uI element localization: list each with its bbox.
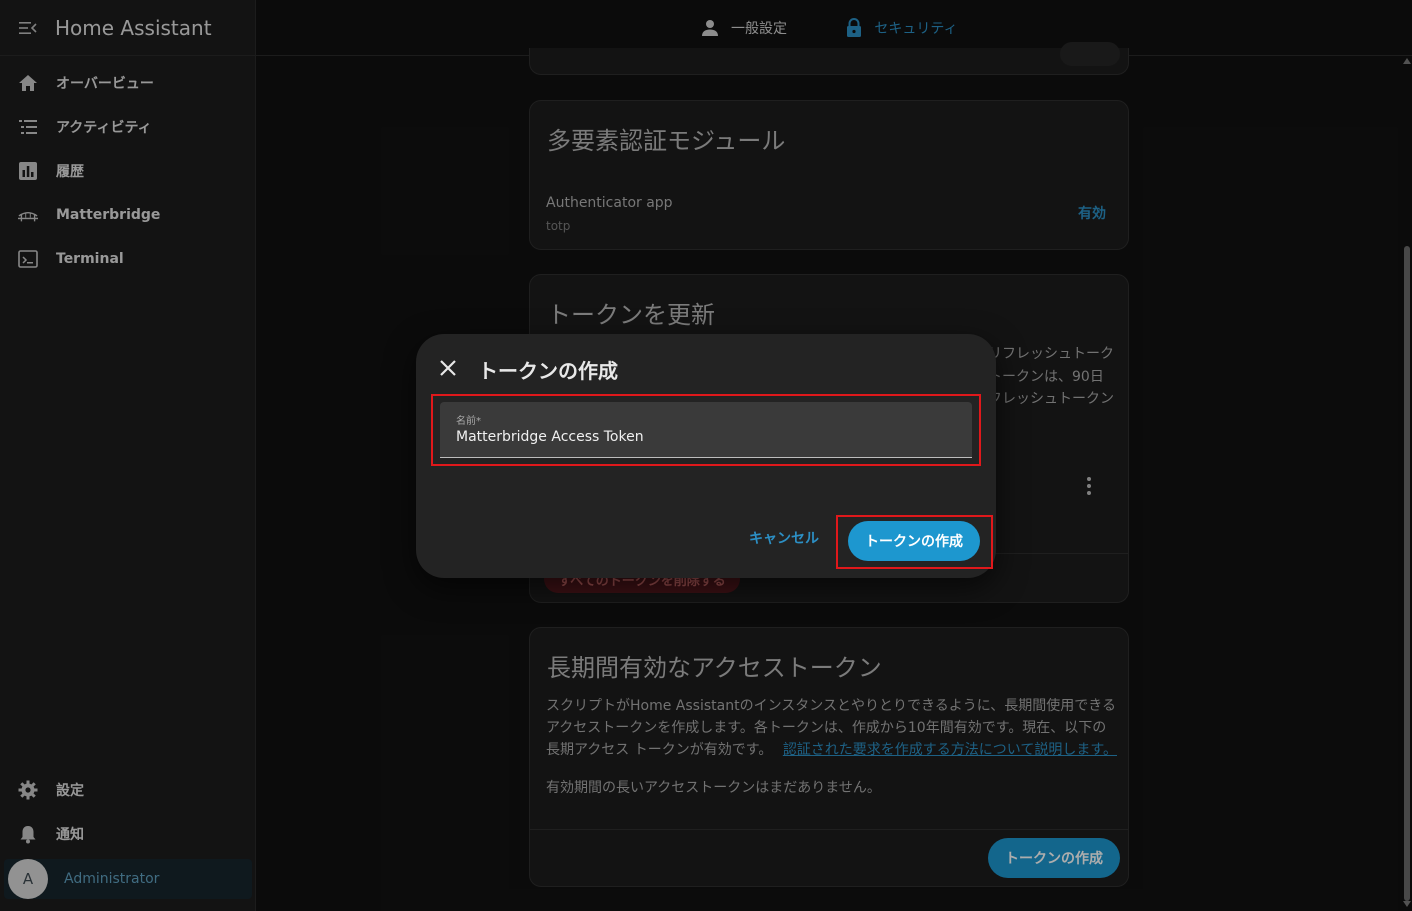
close-icon[interactable]: [438, 358, 458, 378]
token-name-label: 名前*: [456, 416, 481, 427]
cancel-button[interactable]: キャンセル: [742, 526, 826, 550]
token-name-value[interactable]: Matterbridge Access Token: [456, 429, 644, 445]
dialog-create-token-button[interactable]: トークンの作成: [848, 521, 980, 561]
create-token-dialog: トークンの作成 名前* Matterbridge Access Token キャ…: [416, 334, 996, 578]
token-name-field[interactable]: 名前* Matterbridge Access Token: [440, 402, 972, 458]
dialog-title: トークンの作成: [478, 359, 618, 383]
